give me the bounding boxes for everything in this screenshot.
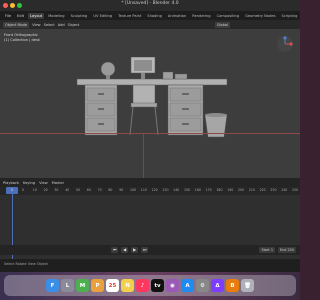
start-frame-field[interactable]: Start 1 xyxy=(259,247,275,253)
photos-icon[interactable]: P xyxy=(91,279,104,292)
tab-animation[interactable]: Animation xyxy=(166,13,188,19)
finder-icon[interactable]: F xyxy=(46,279,59,292)
end-frame-field[interactable]: End 250 xyxy=(277,247,296,253)
frame-tick-label: 70 xyxy=(97,188,102,192)
window-title: * [Unsaved] - Blender 4.0 xyxy=(121,1,179,6)
current-frame-indicator[interactable]: 1 xyxy=(6,187,18,194)
frame-tick-label: 80 xyxy=(108,188,113,192)
timeline-header: Playback Keying View Marker xyxy=(0,178,300,187)
frame-tick-label: 230 xyxy=(270,188,277,192)
tab-texture-paint[interactable]: Texture Paint xyxy=(116,13,143,19)
frame-tick-label: 130 xyxy=(162,188,169,192)
affinity-icon[interactable]: Δ xyxy=(211,279,224,292)
frame-tick-label: 120 xyxy=(151,188,158,192)
desk-model[interactable] xyxy=(75,57,240,139)
y-axis-line xyxy=(143,134,144,178)
menu-select[interactable]: Select xyxy=(44,23,55,27)
menu-marker[interactable]: Marker xyxy=(52,181,64,185)
start-frame-value: 1 xyxy=(270,248,273,252)
3d-viewport[interactable]: Front Orthographic (1) Collection | desk xyxy=(0,29,300,178)
tab-uv-editing[interactable]: UV Editing xyxy=(91,13,114,19)
frame-tick-label: 190 xyxy=(227,188,234,192)
frame-tick-label: 10 xyxy=(32,188,37,192)
tab-layout[interactable]: Layout xyxy=(27,12,45,19)
frame-tick-label: 100 xyxy=(130,188,137,192)
frame-ruler[interactable]: 1 0 10 20 30 40 50 60 70 80 90 100 110 120 130 140 150 1… xyxy=(0,187,300,195)
settings-icon[interactable]: ⚙ xyxy=(196,279,209,292)
trash-icon[interactable]: 🗑 xyxy=(241,279,254,292)
frame-tick-label: 90 xyxy=(119,188,124,192)
navigation-gizmo-icon[interactable] xyxy=(276,35,294,53)
music-icon[interactable]: ♪ xyxy=(136,279,149,292)
tab-rendering[interactable]: Rendering xyxy=(190,13,212,19)
frame-tick-label: 0 xyxy=(22,188,25,192)
tv-icon[interactable]: tv xyxy=(151,279,164,292)
menu-add[interactable]: Add xyxy=(58,23,65,27)
frame-tick-label: 140 xyxy=(173,188,180,192)
frame-tick-label: 60 xyxy=(86,188,91,192)
top-menubar: File Edit Layout Modeling Sculpting UV E… xyxy=(0,11,300,20)
viewport-info: Front Orthographic (1) Collection | desk xyxy=(4,33,40,43)
play-icon[interactable]: ▶ xyxy=(131,247,139,253)
podcasts-icon[interactable]: ◉ xyxy=(166,279,179,292)
jump-end-icon[interactable]: ⏭ xyxy=(141,247,149,253)
macos-dock: F L M P 25 N ♪ tv ◉ A ⚙ Δ B 🗑 xyxy=(4,275,296,296)
tab-shading[interactable]: Shading xyxy=(145,13,164,19)
notes-icon[interactable]: N xyxy=(121,279,134,292)
frame-tick-label: 150 xyxy=(184,188,191,192)
frame-tick-label: 30 xyxy=(54,188,59,192)
title-bar: * [Unsaved] - Blender 4.0 xyxy=(0,0,300,11)
frame-tick-label: 240 xyxy=(281,188,288,192)
launchpad-icon[interactable]: L xyxy=(61,279,74,292)
menu-file[interactable]: File xyxy=(3,13,13,19)
collection-label: (1) Collection | desk xyxy=(4,38,40,42)
end-frame-value: 250 xyxy=(287,248,294,252)
tab-sculpting[interactable]: Sculpting xyxy=(69,13,90,19)
play-reverse-icon[interactable]: ◀ xyxy=(121,247,129,253)
menu-timeline-view[interactable]: View xyxy=(39,181,48,185)
x-axis-line xyxy=(0,133,300,134)
status-text: Select Rotate View Object xyxy=(4,262,48,266)
frame-tick-label: 50 xyxy=(76,188,81,192)
end-frame-label: End xyxy=(279,248,287,252)
menu-view[interactable]: View xyxy=(32,23,41,27)
frame-tick-label: 40 xyxy=(65,188,70,192)
menu-object[interactable]: Object xyxy=(68,23,80,27)
calendar-icon[interactable]: 25 xyxy=(106,279,119,292)
maps-icon[interactable]: M xyxy=(76,279,89,292)
orientation-selector[interactable]: Global xyxy=(214,21,230,28)
frame-tick-label: 160 xyxy=(194,188,201,192)
mode-selector[interactable]: Object Mode xyxy=(3,21,30,28)
menu-edit[interactable]: Edit xyxy=(15,13,26,19)
tab-geometry-nodes[interactable]: Geometry Nodes xyxy=(243,13,277,19)
tab-scripting[interactable]: Scripting xyxy=(279,13,299,19)
frame-tick-label: 220 xyxy=(259,188,266,192)
tab-modeling[interactable]: Modeling xyxy=(46,13,66,19)
blender-window: * [Unsaved] - Blender 4.0 File Edit Layo… xyxy=(0,0,300,272)
menu-keying[interactable]: Keying xyxy=(23,181,35,185)
frame-tick-label: 170 xyxy=(205,188,212,192)
frame-tick-label: 200 xyxy=(238,188,245,192)
start-frame-label: Start xyxy=(261,248,270,252)
playback-controls: ⏮ ◀ ▶ ⏭ Start 1 End 250 xyxy=(0,245,300,255)
frame-tick-label: 180 xyxy=(216,188,223,192)
status-bar: Select Rotate View Object xyxy=(0,259,300,272)
blender-icon[interactable]: B xyxy=(226,279,239,292)
frame-tick-label: 110 xyxy=(140,188,147,192)
tab-compositing[interactable]: Compositing xyxy=(215,13,242,19)
appstore-icon[interactable]: A xyxy=(181,279,194,292)
frame-tick-label: 20 xyxy=(43,188,48,192)
menu-playback[interactable]: Playback xyxy=(3,181,19,185)
frame-tick-label: 250 xyxy=(292,188,299,192)
viewport-header: Object Mode View Select Add Object Globa… xyxy=(0,20,300,29)
frame-tick-label: 210 xyxy=(248,188,255,192)
jump-start-icon[interactable]: ⏮ xyxy=(111,247,119,253)
